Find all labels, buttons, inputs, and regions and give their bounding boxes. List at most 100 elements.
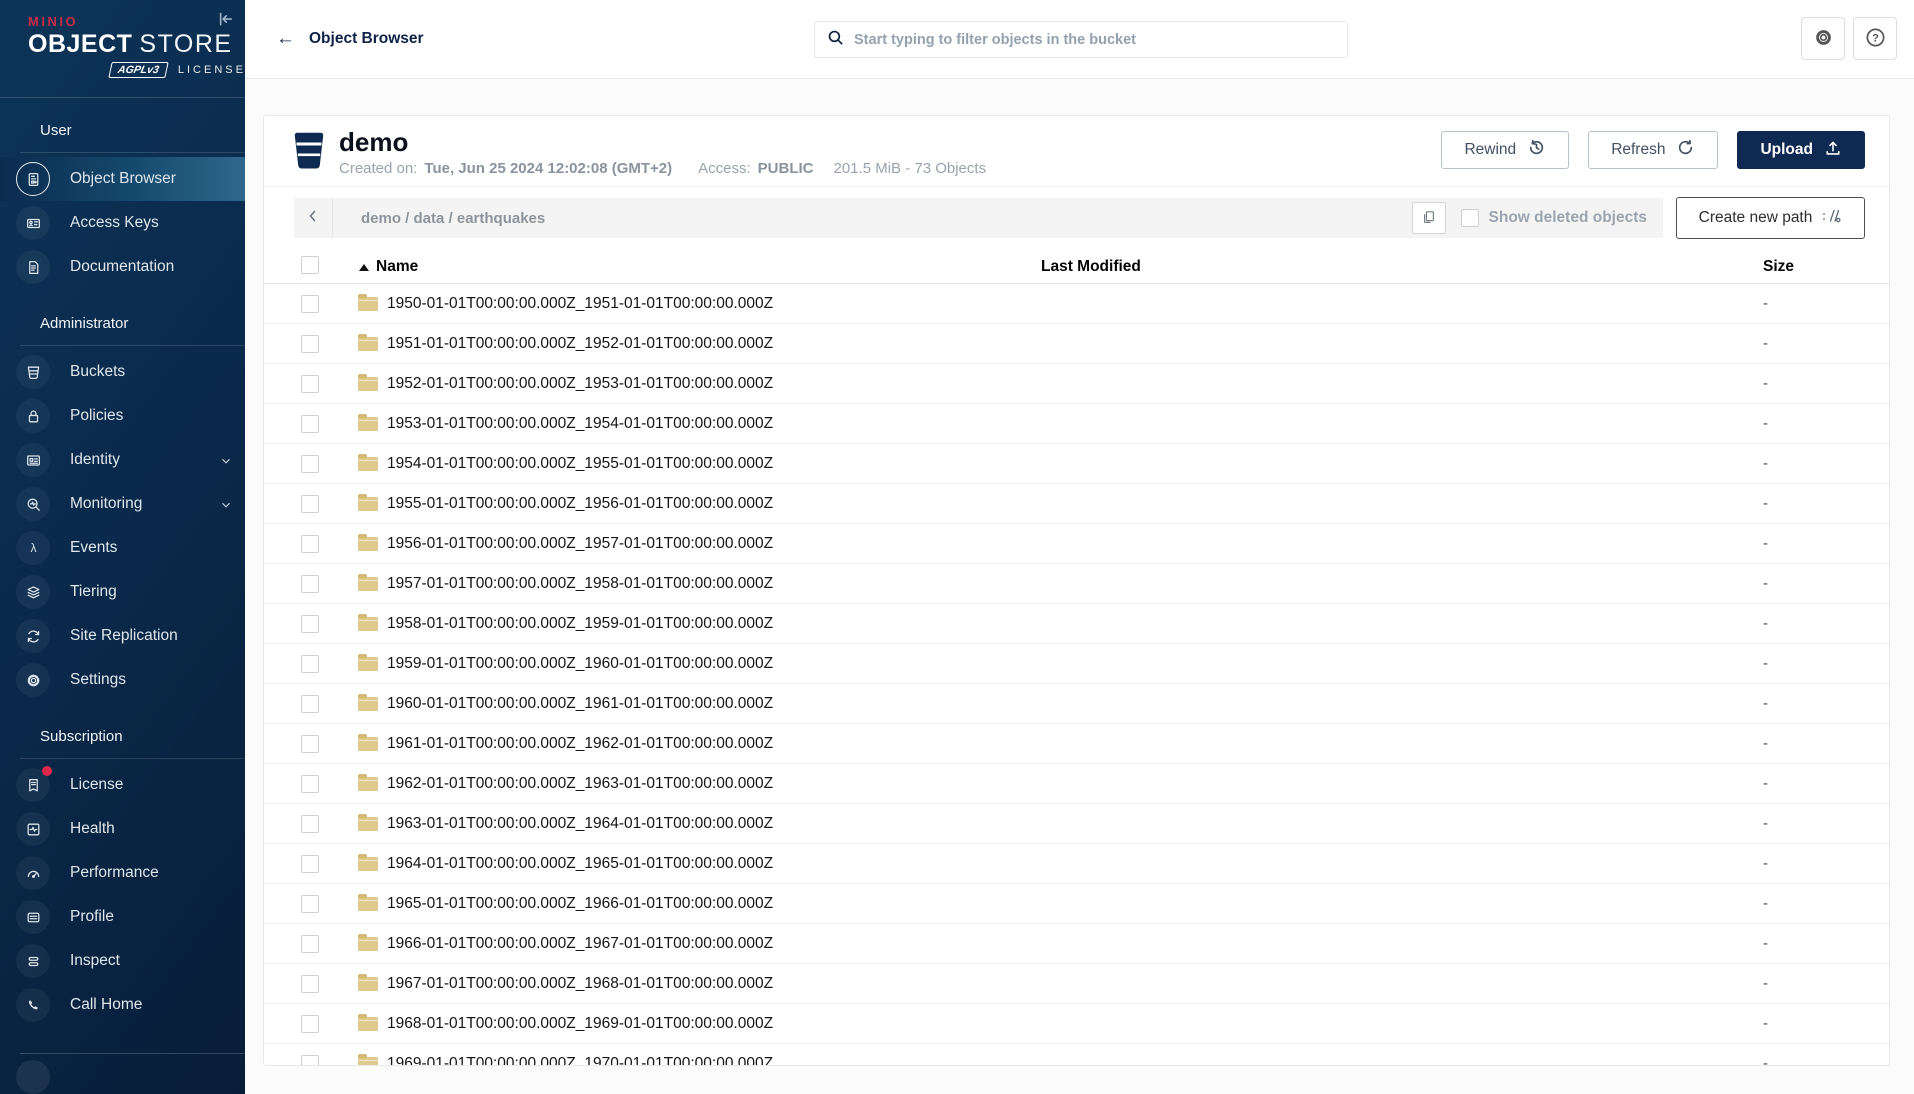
row-checkbox[interactable] — [301, 815, 319, 833]
select-all-checkbox[interactable] — [301, 256, 319, 274]
row-checkbox[interactable] — [301, 535, 319, 553]
tiering-icon — [16, 575, 50, 609]
sidebar-item-label: Call Home — [70, 996, 142, 1014]
folder-icon — [358, 457, 378, 471]
table-row[interactable]: 1957-01-01T00:00:00.000Z_1958-01-01T00:0… — [264, 564, 1889, 604]
back-navigation[interactable]: ← Object Browser — [276, 28, 424, 50]
events-icon: λ — [16, 531, 50, 565]
topbar: ← Object Browser ? — [245, 0, 1914, 79]
help-icon: ? — [1865, 27, 1886, 51]
folder-icon — [358, 697, 378, 711]
folder-icon — [358, 377, 378, 391]
table-row[interactable]: 1955-01-01T00:00:00.000Z_1956-01-01T00:0… — [264, 484, 1889, 524]
table-row[interactable]: 1960-01-01T00:00:00.000Z_1961-01-01T00:0… — [264, 684, 1889, 724]
row-checkbox[interactable] — [301, 695, 319, 713]
health-icon — [16, 812, 50, 846]
table-row[interactable]: 1965-01-01T00:00:00.000Z_1966-01-01T00:0… — [264, 884, 1889, 924]
row-checkbox[interactable] — [301, 615, 319, 633]
sidebar-item-buckets[interactable]: Buckets — [0, 350, 245, 394]
sidebar-item-label: Events — [70, 539, 117, 557]
sidebar-item-monitoring[interactable]: Monitoring — [0, 482, 245, 526]
table-row[interactable]: 1969-01-01T00:00:00.000Z_1970-01-01T00:0… — [264, 1044, 1889, 1066]
table-row[interactable]: 1967-01-01T00:00:00.000Z_1968-01-01T00:0… — [264, 964, 1889, 1004]
policies-icon — [16, 399, 50, 433]
table-row[interactable]: 1961-01-01T00:00:00.000Z_1962-01-01T00:0… — [264, 724, 1889, 764]
sidebar-item-tiering[interactable]: Tiering — [0, 570, 245, 614]
create-new-path-button[interactable]: Create new path — [1676, 197, 1865, 239]
copy-path-button[interactable] — [1412, 202, 1446, 234]
breadcrumb-back-button[interactable] — [294, 198, 333, 238]
inspect-icon — [16, 944, 50, 978]
sidebar-item-policies[interactable]: Policies — [0, 394, 245, 438]
row-checkbox[interactable] — [301, 1015, 319, 1033]
bucket-actions: Rewind Refresh Upload — [1441, 131, 1865, 169]
sidebar-item-inspect[interactable]: Inspect — [0, 939, 245, 983]
section-title: Administrator — [20, 315, 245, 345]
row-checkbox[interactable] — [301, 415, 319, 433]
sidebar-item-profile[interactable]: Profile — [0, 895, 245, 939]
sidebar-item-access-keys[interactable]: Access Keys — [0, 201, 245, 245]
table-row[interactable]: 1950-01-01T00:00:00.000Z_1951-01-01T00:0… — [264, 284, 1889, 324]
column-header-name[interactable]: Name — [320, 258, 1041, 276]
sidebar-item-health[interactable]: Health — [0, 807, 245, 851]
row-checkbox[interactable] — [301, 895, 319, 913]
sidebar-collapse-button[interactable] — [213, 8, 237, 32]
row-checkbox[interactable] — [301, 575, 319, 593]
row-checkbox[interactable] — [301, 335, 319, 353]
row-checkbox[interactable] — [301, 455, 319, 473]
row-checkbox[interactable] — [301, 375, 319, 393]
sidebar-item-documentation[interactable]: Documentation — [0, 245, 245, 289]
table-row[interactable]: 1951-01-01T00:00:00.000Z_1952-01-01T00:0… — [264, 324, 1889, 364]
table-row[interactable]: 1959-01-01T00:00:00.000Z_1960-01-01T00:0… — [264, 644, 1889, 684]
sidebar-section-administrator: Administrator BucketsPoliciesIdentityMoni… — [0, 315, 245, 702]
table-row[interactable]: 1956-01-01T00:00:00.000Z_1957-01-01T00:0… — [264, 524, 1889, 564]
row-checkbox[interactable] — [301, 1055, 319, 1067]
sidebar-item-label: License — [70, 776, 123, 794]
table-row[interactable]: 1966-01-01T00:00:00.000Z_1967-01-01T00:0… — [264, 924, 1889, 964]
upload-button[interactable]: Upload — [1737, 131, 1865, 169]
bucket-usage: 201.5 MiB - 73 Objects — [834, 160, 987, 177]
sidebar-item-call-home[interactable]: Call Home — [0, 983, 245, 1027]
svg-text:λ: λ — [30, 542, 36, 555]
sidebar-item-site-replication[interactable]: Site Replication — [0, 614, 245, 658]
table-row[interactable]: 1958-01-01T00:00:00.000Z_1959-01-01T00:0… — [264, 604, 1889, 644]
row-checkbox[interactable] — [301, 655, 319, 673]
table-row[interactable]: 1952-01-01T00:00:00.000Z_1953-01-01T00:0… — [264, 364, 1889, 404]
show-deleted-checkbox[interactable] — [1461, 209, 1479, 227]
sidebar-item-label: Site Replication — [70, 627, 178, 645]
sidebar-item-events[interactable]: λ Events — [0, 526, 245, 570]
row-checkbox[interactable] — [301, 295, 319, 313]
row-checkbox[interactable] — [301, 935, 319, 953]
sidebar-item-performance[interactable]: Performance — [0, 851, 245, 895]
object-size: - — [1763, 735, 1889, 752]
sidebar-item-object-browser[interactable]: Object Browser — [0, 157, 245, 201]
table-row[interactable]: 1954-01-01T00:00:00.000Z_1955-01-01T00:0… — [264, 444, 1889, 484]
table-row[interactable]: 1968-01-01T00:00:00.000Z_1969-01-01T00:0… — [264, 1004, 1889, 1044]
settings-button[interactable] — [1801, 17, 1845, 60]
sidebar-item-settings[interactable]: Settings — [0, 658, 245, 702]
table-row[interactable]: 1963-01-01T00:00:00.000Z_1964-01-01T00:0… — [264, 804, 1889, 844]
call-home-icon — [16, 988, 50, 1022]
row-checkbox[interactable] — [301, 855, 319, 873]
table-row[interactable]: 1962-01-01T00:00:00.000Z_1963-01-01T00:0… — [264, 764, 1889, 804]
sidebar-item-license[interactable]: License — [0, 763, 245, 807]
row-checkbox[interactable] — [301, 775, 319, 793]
table-row[interactable]: 1964-01-01T00:00:00.000Z_1965-01-01T00:0… — [264, 844, 1889, 884]
rewind-button[interactable]: Rewind — [1441, 131, 1569, 169]
row-checkbox[interactable] — [301, 975, 319, 993]
search-input[interactable] — [854, 32, 1335, 48]
object-size: - — [1763, 655, 1889, 672]
breadcrumb-row: demo / data / earthquakes Show deleted o… — [294, 197, 1865, 239]
table-row[interactable]: 1953-01-01T00:00:00.000Z_1954-01-01T00:0… — [264, 404, 1889, 444]
object-name: 1960-01-01T00:00:00.000Z_1961-01-01T00:0… — [387, 695, 773, 713]
chevron-down-icon — [219, 498, 233, 517]
row-checkbox[interactable] — [301, 735, 319, 753]
refresh-button[interactable]: Refresh — [1588, 131, 1718, 169]
license-badge-row: AGPLv3 LICENSE — [28, 62, 245, 78]
help-button[interactable]: ? — [1853, 17, 1897, 60]
row-checkbox[interactable] — [301, 495, 319, 513]
object-size: - — [1763, 775, 1889, 792]
sidebar-item-label: Profile — [70, 908, 114, 926]
breadcrumb[interactable]: demo / data / earthquakes — [361, 210, 545, 227]
sidebar-item-identity[interactable]: Identity — [0, 438, 245, 482]
